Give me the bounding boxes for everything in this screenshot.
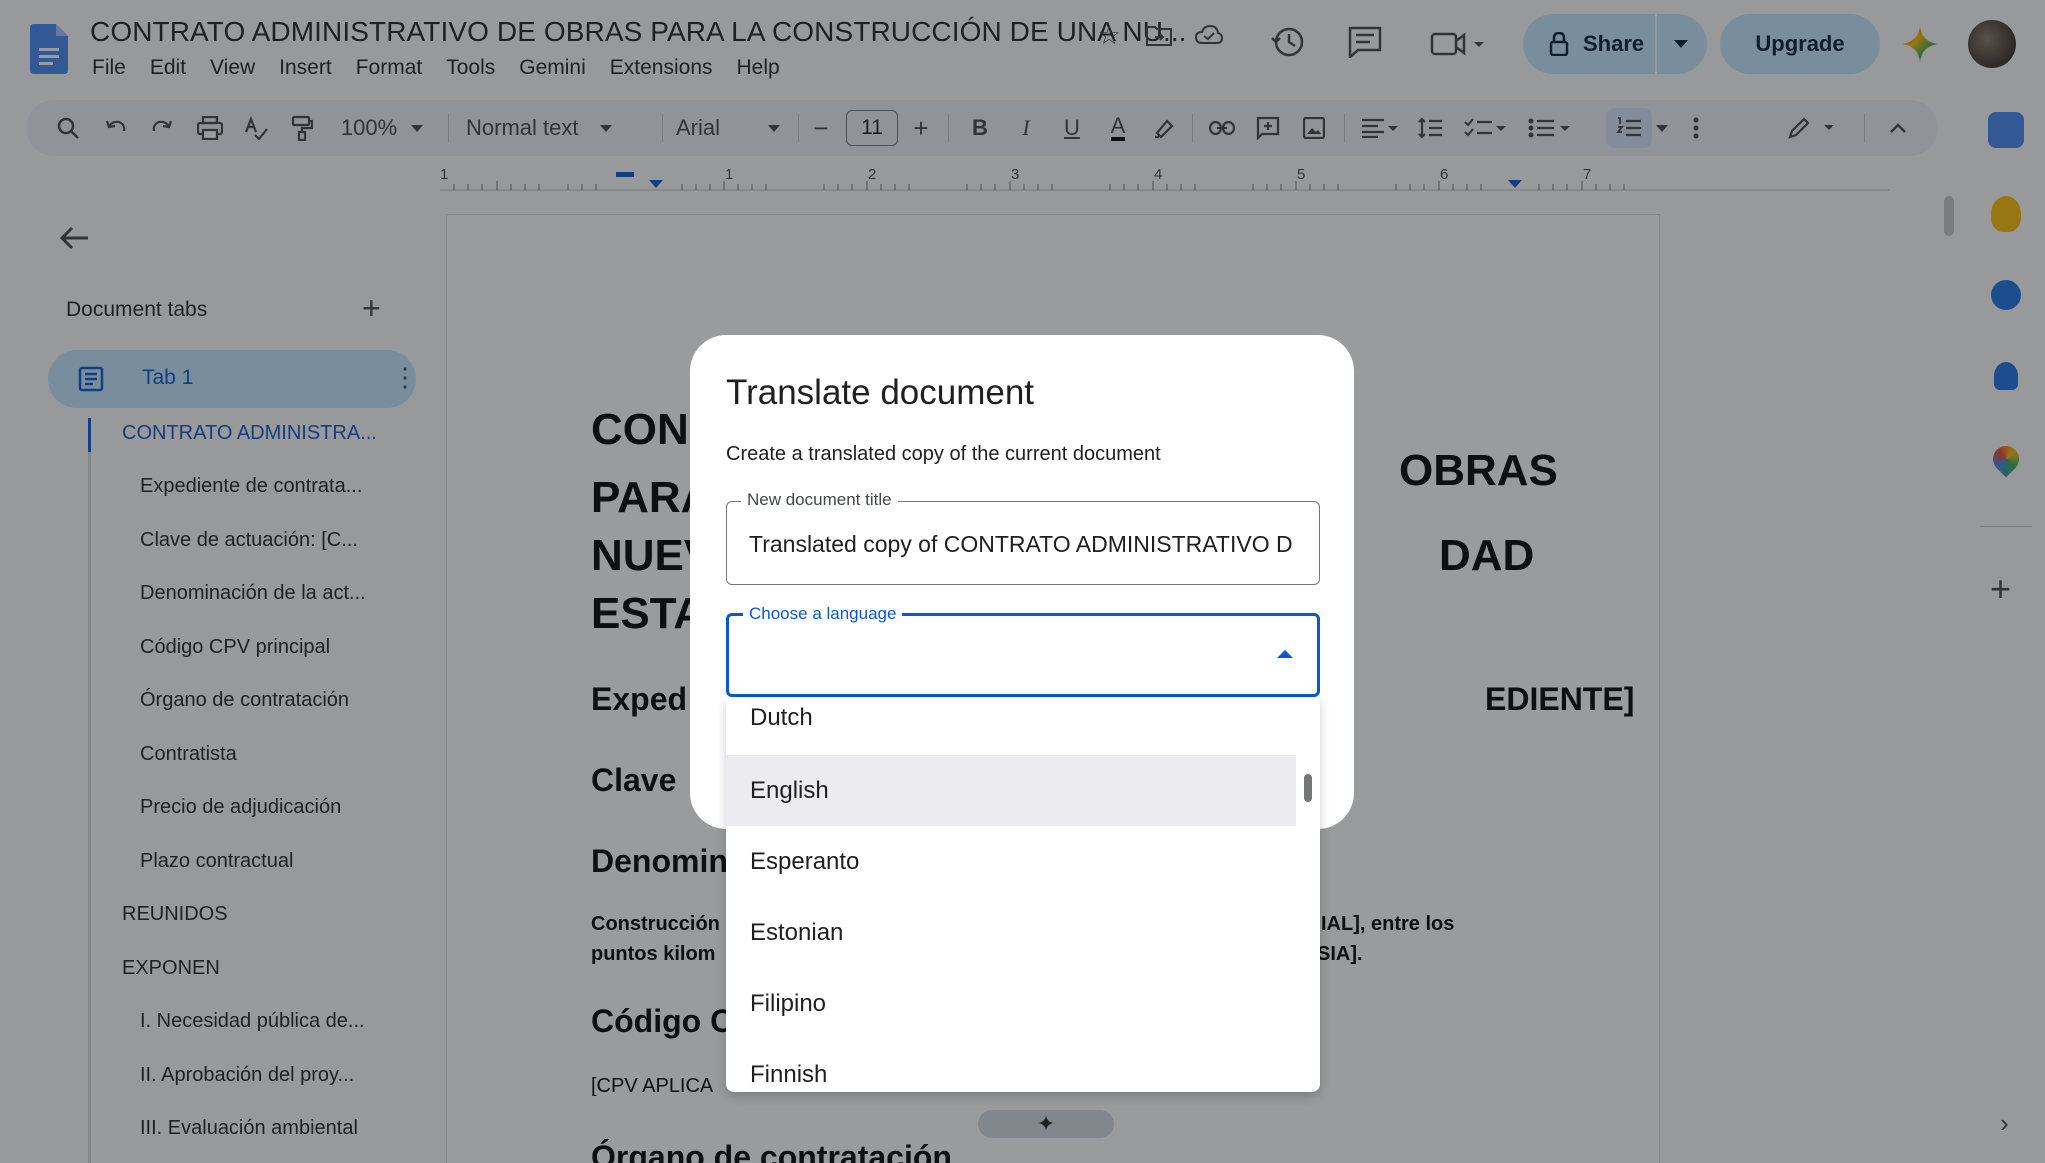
dropdown-scrollbar[interactable] (1304, 774, 1312, 802)
language-option[interactable]: Esperanto (726, 826, 1296, 897)
dialog-subtitle: Create a translated copy of the current … (726, 443, 1161, 465)
language-option[interactable]: Filipino (726, 968, 1296, 1039)
language-select-value (751, 638, 1301, 678)
new-document-title-field[interactable]: New document title (726, 490, 1320, 585)
language-option[interactable]: English (726, 755, 1296, 826)
language-option[interactable]: Dutch (726, 698, 1296, 753)
language-option[interactable]: Finnish (726, 1039, 1296, 1092)
language-select-field[interactable]: Choose a language (726, 604, 1320, 697)
language-select-label: Choose a language (743, 604, 903, 624)
new-document-title-label: New document title (741, 490, 898, 510)
language-dropdown-list[interactable]: Dutch English Esperanto Estonian Filipin… (726, 698, 1320, 1092)
new-document-title-input[interactable] (749, 524, 1299, 564)
language-option[interactable]: Estonian (726, 897, 1296, 968)
dialog-title: Translate document (726, 373, 1035, 412)
caret-up-icon[interactable] (1277, 650, 1293, 658)
